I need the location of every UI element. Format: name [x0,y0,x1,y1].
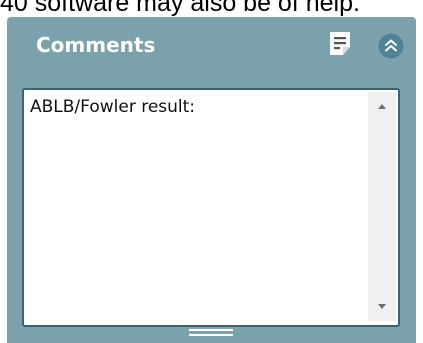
page: 40 software may also be of help. Comment… [0,0,423,343]
comments-panel: Comments ABLB/Fowler result: [7,17,416,343]
scroll-up-button[interactable] [368,92,396,120]
collapse-button[interactable] [378,33,404,59]
triangle-up-icon [378,104,386,109]
comments-textarea[interactable]: ABLB/Fowler result: [22,88,400,327]
panel-title: Comments [36,33,156,57]
resize-grip-icon [189,329,233,331]
resize-grip[interactable] [189,329,233,339]
notes-button[interactable] [328,30,354,58]
comments-text-value[interactable]: ABLB/Fowler result: [30,96,360,316]
resize-grip-icon [189,334,233,336]
scroll-down-button[interactable] [368,293,396,321]
background-document-text: 40 software may also be of help. [0,0,360,17]
triangle-down-icon [378,304,386,309]
double-chevron-up-icon [378,33,404,59]
vertical-scrollbar[interactable] [368,92,396,321]
notes-icon [330,32,350,55]
